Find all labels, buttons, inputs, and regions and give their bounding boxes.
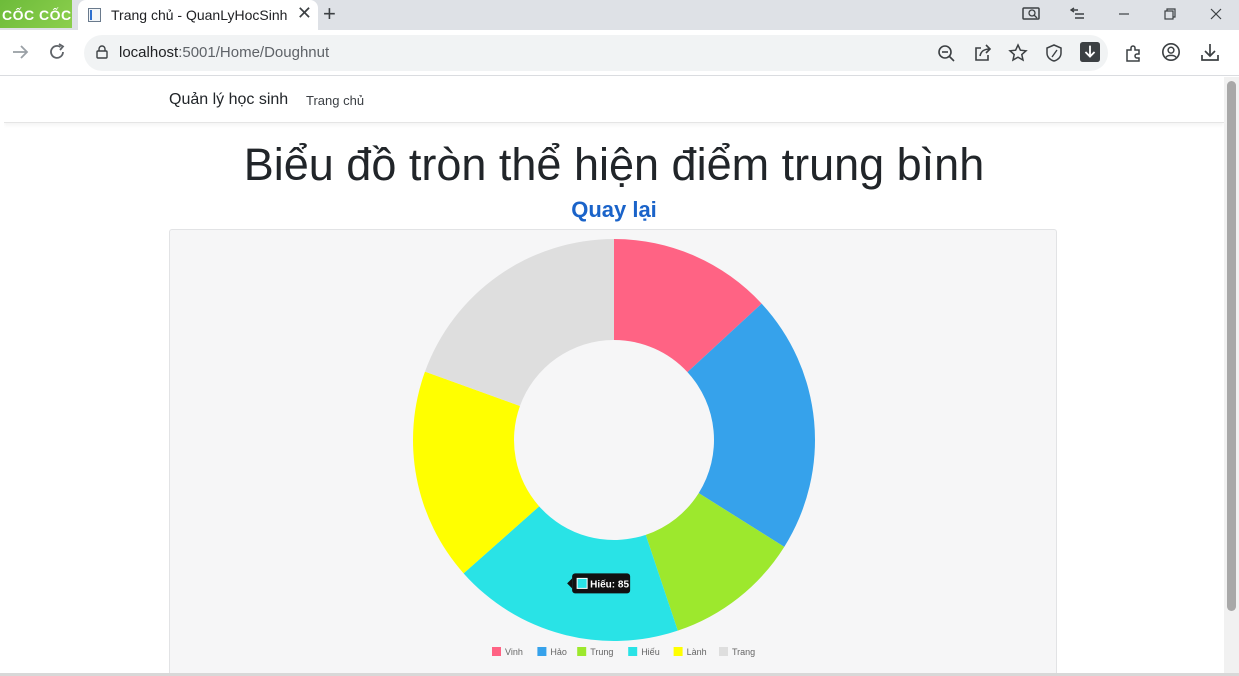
legend-label: Vinh (505, 647, 523, 657)
chart-container: Hiếu: 85 Vinh Hảo Trung Hiếu Lành Trang (169, 229, 1057, 676)
legend-item-lành[interactable]: Lành (673, 647, 707, 657)
doughnut-chart[interactable]: Hiếu: 85 Vinh Hảo Trung Hiếu Lành Trang (170, 230, 1058, 676)
navbar-brand[interactable]: Quản lý học sinh (169, 91, 288, 109)
address-toolbar: localhost:5001/Home/Doughnut (0, 30, 1239, 76)
sidebar-toggle-icon[interactable] (1070, 7, 1086, 21)
legend-label: Lành (687, 647, 707, 657)
legend-item-hảo[interactable]: Hảo (537, 647, 567, 657)
legend-label: Trung (590, 647, 613, 657)
legend-swatch (628, 647, 638, 656)
legend-swatch (719, 647, 728, 656)
legend-label: Trang (732, 647, 755, 657)
page-title: Biểu đồ tròn thể hiện điểm trung bình (243, 139, 985, 190)
url-text[interactable]: localhost:5001/Home/Doughnut (119, 44, 329, 61)
bookmark-star-icon[interactable] (1008, 43, 1028, 63)
browser-tab[interactable]: Trang chủ - QuanLyHocSinh ✕ (78, 0, 318, 30)
download-manager-icon[interactable] (1080, 42, 1100, 62)
back-link[interactable]: Quay lại (571, 197, 657, 222)
doughnut-slice-trang[interactable] (424, 239, 614, 406)
url-host: localhost (119, 44, 179, 61)
new-tab-icon[interactable]: + (323, 1, 336, 27)
forward-icon[interactable] (10, 43, 30, 61)
extensions-icon[interactable] (1124, 43, 1144, 63)
coccoc-logo[interactable]: CỐC CỐC (0, 0, 72, 28)
lock-icon[interactable] (96, 45, 108, 59)
reload-icon[interactable] (47, 42, 67, 62)
chart-tooltip-text: Hiếu: 85 (590, 578, 629, 590)
tab-search-icon[interactable] (1022, 6, 1042, 22)
page-favicon-icon (88, 8, 101, 22)
zoom-out-icon[interactable] (936, 43, 956, 63)
legend-swatch (577, 647, 587, 656)
url-path: :5001/Home/Doughnut (178, 44, 330, 61)
web-page: Quản lý học sinh Trang chủ Biểu đồ tròn … (4, 77, 1224, 676)
minimize-icon[interactable] (1118, 8, 1130, 20)
legend-item-hiếu[interactable]: Hiếu (628, 647, 660, 657)
downloads-icon[interactable] (1200, 42, 1220, 62)
tab-title: Trang chủ - QuanLyHocSinh (111, 7, 288, 23)
restore-icon[interactable] (1164, 8, 1176, 20)
shield-icon[interactable] (1044, 43, 1064, 63)
legend-item-trang[interactable]: Trang (719, 647, 755, 657)
legend-item-trung[interactable]: Trung (577, 647, 613, 657)
close-tab-icon[interactable]: ✕ (297, 3, 312, 24)
browser-tab-bar: CỐC CỐC Trang chủ - QuanLyHocSinh ✕ + (0, 0, 1239, 30)
back-link-row: Quay lại (4, 197, 1224, 223)
legend-label: Hảo (550, 647, 567, 657)
legend-swatch (673, 647, 683, 656)
legend-label: Hiếu (641, 647, 660, 657)
legend-swatch (537, 647, 547, 656)
profile-icon[interactable] (1161, 42, 1181, 62)
site-navbar: Quản lý học sinh Trang chủ (4, 77, 1224, 123)
close-window-icon[interactable] (1210, 8, 1222, 20)
chart-tooltip: Hiếu: 85 (567, 573, 631, 594)
share-icon[interactable] (973, 43, 993, 63)
legend-swatch (492, 647, 501, 656)
address-bar[interactable]: localhost:5001/Home/Doughnut (84, 35, 1108, 71)
legend-item-vinh[interactable]: Vinh (492, 647, 523, 657)
scrollbar-thumb[interactable] (1227, 81, 1236, 611)
page-scrollbar[interactable] (1224, 77, 1239, 676)
nav-link-home[interactable]: Trang chủ (306, 93, 364, 108)
